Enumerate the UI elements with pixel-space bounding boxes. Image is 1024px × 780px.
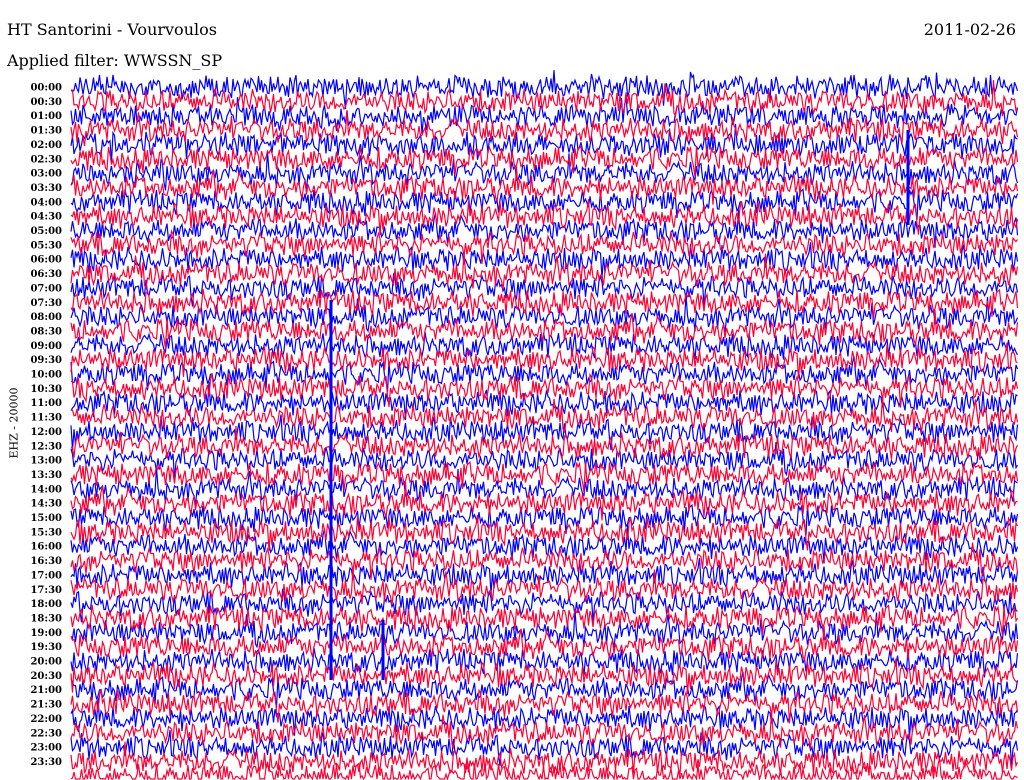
time-tick-label: 20:00 [30,657,62,668]
time-tick-label: 21:00 [30,685,62,696]
time-tick-label: 18:00 [30,599,62,610]
time-tick-label: 21:30 [30,700,62,711]
helicorder-plot: 00:00 00:30 01:00 01:30 02:00 02:30 03:00 03:30… [0,0,1024,780]
time-tick-label: 17:00 [30,570,62,581]
time-tick-label: 19:00 [30,628,62,639]
time-tick-label: 15:30 [30,527,62,538]
time-tick-label: 09:00 [30,341,62,352]
trace-line [70,647,1019,678]
time-tick-label: 23:30 [30,757,62,768]
time-tick-label: 09:30 [30,355,62,366]
channel-label: EHZ - 20000 [7,387,21,459]
time-tick-label: 06:30 [30,269,62,280]
time-tick-label: 03:00 [30,169,62,180]
time-tick-label: 17:30 [30,585,62,596]
station-title: HT Santorini - Vourvoulos [7,20,217,39]
time-tick-label: 20:30 [30,671,62,682]
trace-line [70,209,1019,248]
time-tick-label: 11:30 [30,413,62,424]
time-tick-label: 06:00 [30,255,62,266]
time-tick-label: 23:00 [30,743,62,754]
time-tick-label: 05:00 [30,226,62,237]
trace-line [70,711,1019,750]
time-tick-label: 03:30 [30,183,62,194]
time-tick-label: 13:00 [30,456,62,467]
time-tick-label: 01:00 [30,111,62,122]
time-tick-label: 08:00 [30,312,62,323]
seismic-traces [70,70,1019,780]
time-tick-label: 10:30 [30,384,62,395]
time-tick-label: 15:00 [30,513,62,524]
time-tick-label: 16:00 [30,542,62,553]
filter-label: Applied filter: WWSSN_SP [7,51,223,70]
time-tick-label: 13:30 [30,470,62,481]
time-tick-label: 04:30 [30,212,62,223]
helicorder-svg: 00:00 00:30 01:00 01:30 02:00 02:30 03:00 03:30… [30,70,1019,780]
time-tick-label: 10:00 [30,370,62,381]
time-tick-label: 12:00 [30,427,62,438]
time-tick-label: 19:30 [30,642,62,653]
time-axis: 00:00 00:30 01:00 01:30 02:00 02:30 03:00 03:30… [30,83,62,768]
time-tick-label: 12:30 [30,441,62,452]
time-tick-label: 00:00 [30,83,62,94]
time-tick-label: 22:00 [30,714,62,725]
time-tick-label: 18:30 [30,613,62,624]
time-tick-label: 07:30 [30,298,62,309]
trace-line [70,372,1019,408]
time-tick-label: 02:30 [30,154,62,165]
time-tick-label: 00:30 [30,97,62,108]
trace-line [70,188,1019,220]
record-date: 2011-02-26 [923,20,1016,39]
time-tick-label: 14:30 [30,499,62,510]
time-tick-label: 11:00 [30,398,62,409]
time-tick-label: 02:00 [30,140,62,151]
time-tick-label: 05:30 [30,240,62,251]
time-tick-label: 08:30 [30,326,62,337]
time-tick-label: 22:30 [30,728,62,739]
time-tick-label: 16:30 [30,556,62,567]
time-tick-label: 04:00 [30,197,62,208]
time-tick-label: 14:00 [30,484,62,495]
time-tick-label: 01:30 [30,126,62,137]
time-tick-label: 07:00 [30,283,62,294]
